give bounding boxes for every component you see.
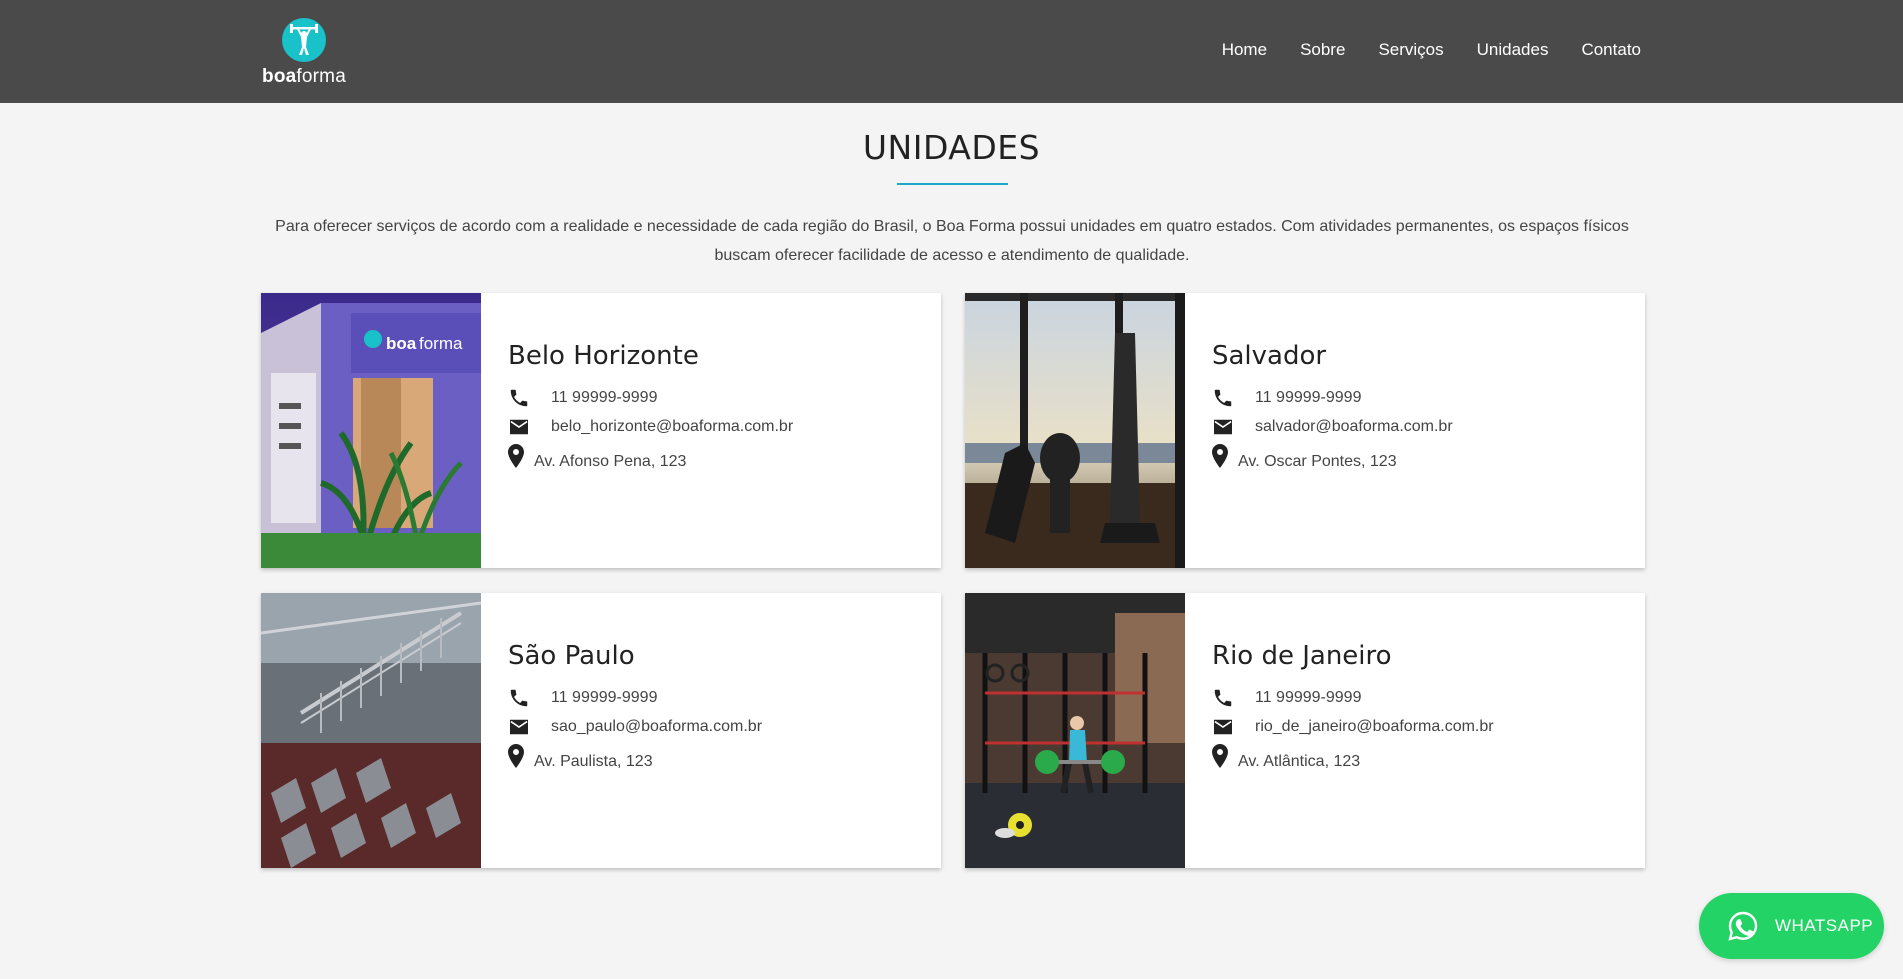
unit-card-rio-de-janeiro: Rio de Janeiro 11 99999-9999 rio_de_jane… bbox=[965, 593, 1645, 868]
mail-icon bbox=[508, 715, 534, 739]
unit-email-row: sao_paulo@boaforma.com.br bbox=[508, 712, 931, 741]
unit-address: Av. Oscar Pontes, 123 bbox=[1238, 452, 1397, 470]
nav-unidades[interactable]: Unidades bbox=[1477, 40, 1549, 60]
unit-email[interactable]: salvador@boaforma.com.br bbox=[1255, 418, 1453, 436]
navbar: boaforma Home Sobre Serviços Unidades Co… bbox=[0, 0, 1903, 103]
nav-home[interactable]: Home bbox=[1222, 40, 1267, 60]
unit-phone[interactable]: 11 99999-9999 bbox=[551, 389, 657, 407]
unit-info-belo-horizonte: Belo Horizonte 11 99999-9999 belo_horizo… bbox=[508, 341, 931, 470]
whatsapp-icon bbox=[1727, 910, 1759, 942]
whatsapp-label: WHATSAPP bbox=[1775, 916, 1874, 935]
unit-phone-row: 11 99999-9999 bbox=[508, 383, 931, 412]
unit-city: São Paulo bbox=[508, 641, 635, 671]
mail-icon bbox=[1212, 715, 1238, 739]
unit-phone-row: 11 99999-9999 bbox=[1212, 683, 1635, 712]
unit-info-rio-de-janeiro: Rio de Janeiro 11 99999-9999 rio_de_jane… bbox=[1212, 641, 1635, 770]
unit-phone-row: 11 99999-9999 bbox=[508, 683, 931, 712]
unit-email-row: belo_horizonte@boaforma.com.br bbox=[508, 412, 931, 441]
svg-text:forma: forma bbox=[419, 334, 463, 353]
unit-address-row: Av. Atlântica, 123 bbox=[1212, 741, 1635, 770]
brand-logo[interactable]: boaforma bbox=[258, 15, 350, 87]
location-pin-icon bbox=[1212, 443, 1238, 468]
whatsapp-button[interactable]: WHATSAPP bbox=[1699, 893, 1884, 959]
unit-photo-salvador bbox=[965, 293, 1185, 568]
location-pin-icon bbox=[508, 743, 534, 768]
unit-city: Salvador bbox=[1212, 341, 1327, 371]
section-title: UNIDADES bbox=[862, 128, 1041, 167]
unit-phone-row: 11 99999-9999 bbox=[1212, 383, 1635, 412]
svg-text:boa: boa bbox=[386, 334, 417, 353]
unit-address: Av. Afonso Pena, 123 bbox=[534, 452, 687, 470]
unit-card-sao-paulo: São Paulo 11 99999-9999 sao_paulo@boafor… bbox=[261, 593, 941, 868]
phone-icon bbox=[508, 386, 534, 410]
unit-address-row: Av. Paulista, 123 bbox=[508, 741, 931, 770]
unit-phone[interactable]: 11 99999-9999 bbox=[551, 689, 657, 707]
phone-icon bbox=[508, 686, 534, 710]
unit-phone[interactable]: 11 99999-9999 bbox=[1255, 389, 1361, 407]
unit-address: Av. Paulista, 123 bbox=[534, 752, 653, 770]
unit-address-row: Av. Afonso Pena, 123 bbox=[508, 441, 931, 470]
mail-icon bbox=[1212, 415, 1238, 439]
phone-icon bbox=[1212, 686, 1238, 710]
unit-email[interactable]: sao_paulo@boaforma.com.br bbox=[551, 718, 762, 736]
unit-email-row: rio_de_janeiro@boaforma.com.br bbox=[1212, 712, 1635, 741]
location-pin-icon bbox=[1212, 743, 1238, 768]
location-pin-icon bbox=[508, 443, 534, 468]
unit-info-sao-paulo: São Paulo 11 99999-9999 sao_paulo@boafor… bbox=[508, 641, 931, 770]
unit-card-belo-horizonte: boa forma Belo Horizonte 11 99999-9999 b… bbox=[261, 293, 941, 568]
title-underline bbox=[897, 183, 1008, 185]
unit-photo-rio-de-janeiro bbox=[965, 593, 1185, 868]
nav-servicos[interactable]: Serviços bbox=[1378, 40, 1443, 60]
unit-city: Rio de Janeiro bbox=[1212, 641, 1392, 671]
phone-icon bbox=[1212, 386, 1238, 410]
unit-photo-belo-horizonte: boa forma bbox=[261, 293, 481, 568]
unit-card-salvador: Salvador 11 99999-9999 salvador@boaforma… bbox=[965, 293, 1645, 568]
unit-email-row: salvador@boaforma.com.br bbox=[1212, 412, 1635, 441]
unit-city: Belo Horizonte bbox=[508, 341, 699, 371]
nav-sobre[interactable]: Sobre bbox=[1300, 40, 1345, 60]
unit-phone[interactable]: 11 99999-9999 bbox=[1255, 689, 1361, 707]
unit-address-row: Av. Oscar Pontes, 123 bbox=[1212, 441, 1635, 470]
mail-icon bbox=[508, 415, 534, 439]
section-intro: Para oferecer serviços de acordo com a r… bbox=[275, 218, 1629, 264]
unit-info-salvador: Salvador 11 99999-9999 salvador@boaforma… bbox=[1212, 341, 1635, 470]
unit-photo-sao-paulo bbox=[261, 593, 481, 868]
unit-email[interactable]: belo_horizonte@boaforma.com.br bbox=[551, 418, 793, 436]
unit-email[interactable]: rio_de_janeiro@boaforma.com.br bbox=[1255, 718, 1494, 736]
nav-contato[interactable]: Contato bbox=[1581, 40, 1641, 60]
logo-wordmark: boaforma bbox=[262, 66, 346, 87]
weightlifter-icon bbox=[282, 18, 326, 62]
unit-address: Av. Atlântica, 123 bbox=[1238, 752, 1361, 770]
main-nav: Home Sobre Serviços Unidades Contato bbox=[1189, 40, 1641, 60]
